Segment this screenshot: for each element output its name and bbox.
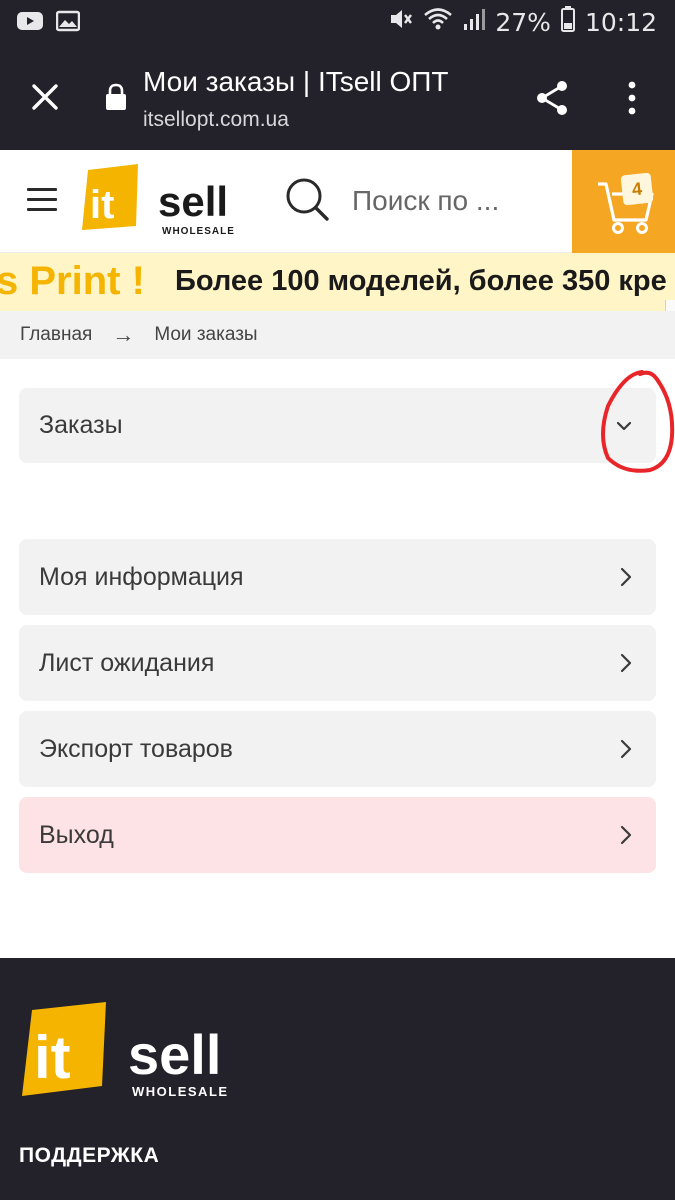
menu-icon[interactable]: [27, 188, 57, 214]
lock-icon: [104, 82, 128, 112]
menu-item-export[interactable]: Экспорт товаров: [19, 711, 656, 787]
orders-accordion[interactable]: Заказы: [19, 388, 656, 463]
menu-item-label: Лист ожидания: [39, 648, 215, 677]
promo-text: Более 100 моделей, более 350 кре: [175, 265, 667, 297]
wifi-icon: [423, 6, 453, 38]
status-bar: 27% 10:12: [0, 0, 675, 48]
close-icon[interactable]: [26, 78, 64, 116]
menu-item-my-info[interactable]: Моя информация: [19, 539, 656, 615]
footer-support-heading: ПОДДЕРЖКА: [19, 1144, 160, 1167]
footer-logo-sub-text: WHOLESALE: [132, 1084, 229, 1099]
battery-percent: 27%: [495, 7, 551, 37]
chevron-right-icon: [618, 565, 634, 589]
site-header: it sell WHOLESALE Поиск по ... 4: [0, 150, 675, 253]
search-icon: [284, 176, 330, 227]
share-icon[interactable]: [532, 78, 572, 118]
menu-item-label: Выход: [39, 820, 114, 849]
breadcrumb: Главная → Мои заказы: [0, 311, 675, 359]
footer-logo[interactable]: it sell WHOLESALE: [18, 1002, 268, 1102]
promo-print-text: s Print !: [0, 259, 145, 303]
menu-item-logout[interactable]: Выход: [19, 797, 656, 873]
search-input[interactable]: Поиск по ...: [284, 176, 499, 226]
chevron-right-icon: [618, 737, 634, 761]
clock: 10:12: [584, 7, 657, 37]
chevron-right-icon: [618, 823, 634, 847]
breadcrumb-home[interactable]: Главная: [20, 324, 92, 346]
search-placeholder: Поиск по ...: [352, 185, 500, 216]
breadcrumb-current: Мои заказы: [154, 324, 258, 345]
menu-item-label: Моя информация: [39, 562, 244, 591]
mute-icon: [387, 6, 413, 38]
footer-logo-it-text: it: [34, 1024, 71, 1091]
youtube-icon: [16, 10, 44, 37]
logo-sell-text: sell: [158, 178, 228, 225]
browser-toolbar: Мои заказы | ITsell ОПТ itsellopt.com.ua: [0, 48, 675, 150]
battery-icon: [560, 6, 575, 38]
menu-item-wishlist[interactable]: Лист ожидания: [19, 625, 656, 701]
logo-it-text: it: [90, 183, 114, 227]
logo-sub-text: WHOLESALE: [162, 226, 235, 237]
orders-accordion-label: Заказы: [39, 411, 123, 439]
chevron-right-icon: [618, 651, 634, 675]
page-url[interactable]: itsellopt.com.ua: [143, 108, 289, 132]
cart-count-badge: 4: [620, 172, 654, 206]
cart-button[interactable]: 4: [572, 150, 675, 253]
gallery-icon: [55, 10, 81, 37]
site-footer: it sell WHOLESALE ПОДДЕРЖКА: [0, 958, 675, 1200]
menu-item-label: Экспорт товаров: [39, 734, 233, 763]
promo-banner[interactable]: s Print ! Более 100 моделей, более 350 к…: [0, 253, 675, 311]
signal-icon: [463, 7, 486, 37]
breadcrumb-arrow: →: [112, 322, 135, 347]
page-title: Мои заказы | ITsell ОПТ: [143, 66, 449, 97]
chevron-down-icon: [614, 414, 634, 438]
footer-logo-sell-text: sell: [128, 1023, 221, 1086]
more-options-icon[interactable]: [620, 78, 644, 118]
site-logo[interactable]: it sell WHOLESALE: [80, 164, 260, 240]
